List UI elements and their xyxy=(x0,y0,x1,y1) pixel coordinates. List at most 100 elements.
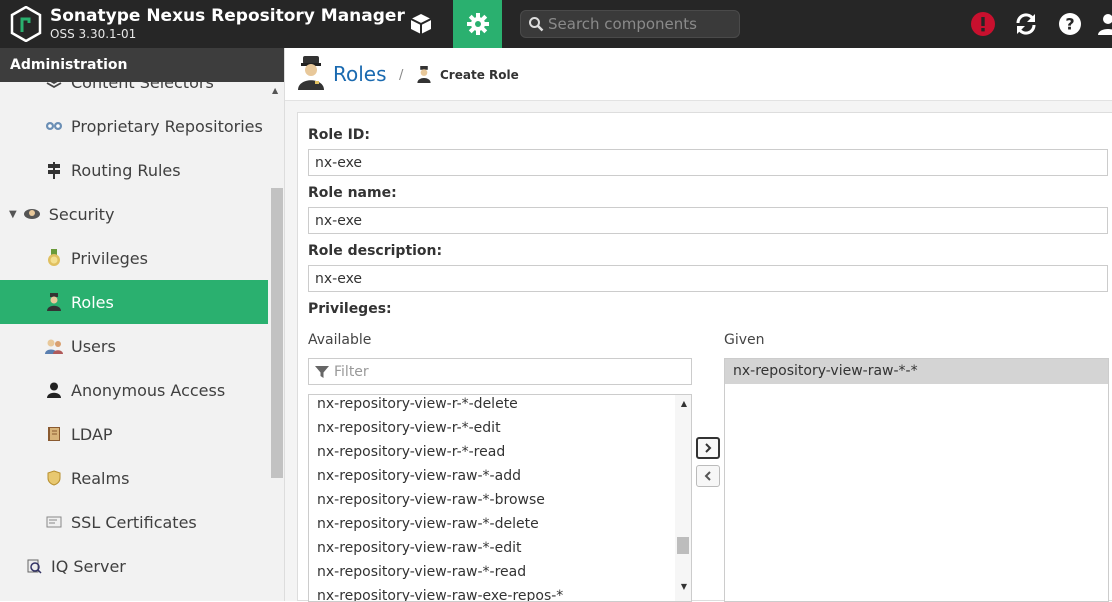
role-name-label: Role name: xyxy=(308,185,397,201)
breadcrumb-roles-link[interactable]: Roles xyxy=(333,62,387,86)
scroll-down-arrow-icon[interactable]: ▼ xyxy=(681,582,687,591)
chevron-left-icon xyxy=(704,471,711,481)
user-button[interactable] xyxy=(1098,0,1112,48)
main-content: Roles / Create Role Role ID: Role name: … xyxy=(285,48,1112,602)
help-icon: ? xyxy=(1059,13,1081,35)
iq-server-icon xyxy=(25,557,43,575)
book-icon xyxy=(45,425,63,443)
role-icon xyxy=(45,293,63,311)
filter-icon xyxy=(315,366,329,378)
list-item[interactable]: nx-repository-view-r-*-edit xyxy=(317,420,501,436)
help-button[interactable]: ? xyxy=(1056,0,1084,48)
nexus-logo-icon xyxy=(10,6,42,42)
top-bar: Sonatype Nexus Repository Manager OSS 3.… xyxy=(0,0,1112,48)
sidebar-item-ssl-certificates[interactable]: SSL Certificates xyxy=(0,500,268,544)
sidebar-item-security[interactable]: ▼ Security xyxy=(0,192,268,236)
chevron-right-icon xyxy=(705,443,712,453)
privileges-filter[interactable] xyxy=(308,358,692,385)
sidebar-item-label: Content Selectors xyxy=(71,82,214,92)
list-item[interactable]: nx-repository-view-r-*-read xyxy=(317,444,505,460)
search-input[interactable] xyxy=(548,14,733,34)
cube-icon xyxy=(410,14,432,34)
breadcrumb: Roles / Create Role xyxy=(285,48,1112,101)
sidebar-item-proprietary-repositories[interactable]: Proprietary Repositories xyxy=(0,104,268,148)
gear-icon xyxy=(466,13,489,35)
role-icon xyxy=(298,56,324,90)
layers-icon xyxy=(45,82,63,91)
system-alert-button[interactable] xyxy=(968,0,998,48)
sidebar-item-label: Roles xyxy=(71,292,114,312)
list-item[interactable]: nx-repository-view-raw-*-* xyxy=(725,359,1108,384)
sidebar-item-routing-rules[interactable]: Routing Rules xyxy=(0,148,268,192)
user-icon xyxy=(45,381,63,399)
proprietary-icon xyxy=(45,117,63,135)
administration-button[interactable] xyxy=(453,0,502,48)
list-item[interactable]: nx-repository-view-r-*-delete xyxy=(317,396,518,412)
sidebar-item-label: LDAP xyxy=(71,424,113,444)
breadcrumb-current: Create Role xyxy=(440,68,519,82)
role-id-label: Role ID: xyxy=(308,127,370,143)
sidebar-tree: Content Selectors Proprietary Repositori… xyxy=(0,82,268,601)
users-icon xyxy=(45,337,63,355)
search-box[interactable] xyxy=(520,10,740,38)
scroll-up-arrow-icon[interactable]: ▲ xyxy=(681,399,687,408)
medal-icon xyxy=(45,249,63,267)
refresh-button[interactable] xyxy=(1011,0,1041,48)
list-item[interactable]: nx-repository-view-raw-*-edit xyxy=(317,540,522,556)
sidebar-item-label: Realms xyxy=(71,468,130,488)
list-item[interactable]: nx-repository-view-raw-*-read xyxy=(317,564,526,580)
breadcrumb-separator: / xyxy=(399,68,404,83)
role-id-field[interactable] xyxy=(308,149,1108,176)
role-icon xyxy=(417,66,431,83)
sidebar-header: Administration xyxy=(0,48,284,82)
create-role-form: Role ID: Role name: Role description: Pr… xyxy=(297,112,1112,602)
given-label: Given xyxy=(724,332,765,348)
sidebar-item-users[interactable]: Users xyxy=(0,324,268,368)
list-item[interactable]: nx-repository-view-raw-*-add xyxy=(317,468,521,484)
sidebar-item-label: IQ Server xyxy=(51,556,126,576)
sidebar-item-ldap[interactable]: LDAP xyxy=(0,412,268,456)
sidebar-item-label: SSL Certificates xyxy=(71,512,197,532)
remove-privilege-button[interactable] xyxy=(696,465,720,487)
sidebar-item-privileges[interactable]: Privileges xyxy=(0,236,268,280)
list-item[interactable]: nx-repository-view-raw-exe-repos-* xyxy=(317,588,563,601)
sidebar-scroll-thumb[interactable] xyxy=(271,188,283,478)
svg-text:?: ? xyxy=(1065,15,1074,34)
sidebar-item-label: Security xyxy=(48,204,115,224)
user-icon xyxy=(1098,14,1112,35)
sidebar: Administration Content Selectors Proprie… xyxy=(0,48,285,601)
given-privileges-list[interactable]: nx-repository-view-raw-*-* xyxy=(724,358,1109,602)
sidebar-item-label: Routing Rules xyxy=(71,160,181,180)
add-privilege-button[interactable] xyxy=(696,437,720,459)
app-version: OSS 3.30.1-01 xyxy=(50,27,137,41)
available-list-scroll-thumb[interactable] xyxy=(677,537,689,554)
sidebar-item-anonymous-access[interactable]: Anonymous Access xyxy=(0,368,268,412)
sidebar-item-iq-server[interactable]: IQ Server xyxy=(0,544,268,588)
list-item[interactable]: nx-repository-view-raw-*-delete xyxy=(317,516,539,532)
available-list-scrollbar[interactable] xyxy=(675,395,691,601)
signpost-icon xyxy=(45,161,63,179)
caret-down-icon: ▼ xyxy=(9,208,17,220)
browse-button[interactable] xyxy=(400,0,442,48)
sidebar-item-content-selectors[interactable]: Content Selectors xyxy=(0,82,268,104)
scroll-up-arrow-icon[interactable]: ▲ xyxy=(272,86,278,95)
security-icon xyxy=(23,205,41,223)
sidebar-item-roles[interactable]: Roles xyxy=(0,280,268,324)
filter-input[interactable] xyxy=(334,362,684,381)
privileges-label: Privileges: xyxy=(308,301,392,317)
sidebar-item-label: Anonymous Access xyxy=(71,380,226,400)
search-icon xyxy=(529,17,544,32)
role-description-field[interactable] xyxy=(308,265,1108,292)
sidebar-item-label: Users xyxy=(71,336,116,356)
role-description-label: Role description: xyxy=(308,243,443,259)
sidebar-item-realms[interactable]: Realms xyxy=(0,456,268,500)
list-item[interactable]: nx-repository-view-raw-*-browse xyxy=(317,492,545,508)
available-label: Available xyxy=(308,332,372,348)
app-title: Sonatype Nexus Repository Manager xyxy=(50,6,405,26)
role-name-field[interactable] xyxy=(308,207,1108,234)
sidebar-item-label: Proprietary Repositories xyxy=(71,116,263,136)
alert-icon xyxy=(971,12,995,36)
available-privileges-list[interactable]: nx-repository-view-r-*-delete nx-reposit… xyxy=(308,394,692,602)
refresh-icon xyxy=(1016,13,1036,35)
certificate-icon xyxy=(45,513,63,531)
